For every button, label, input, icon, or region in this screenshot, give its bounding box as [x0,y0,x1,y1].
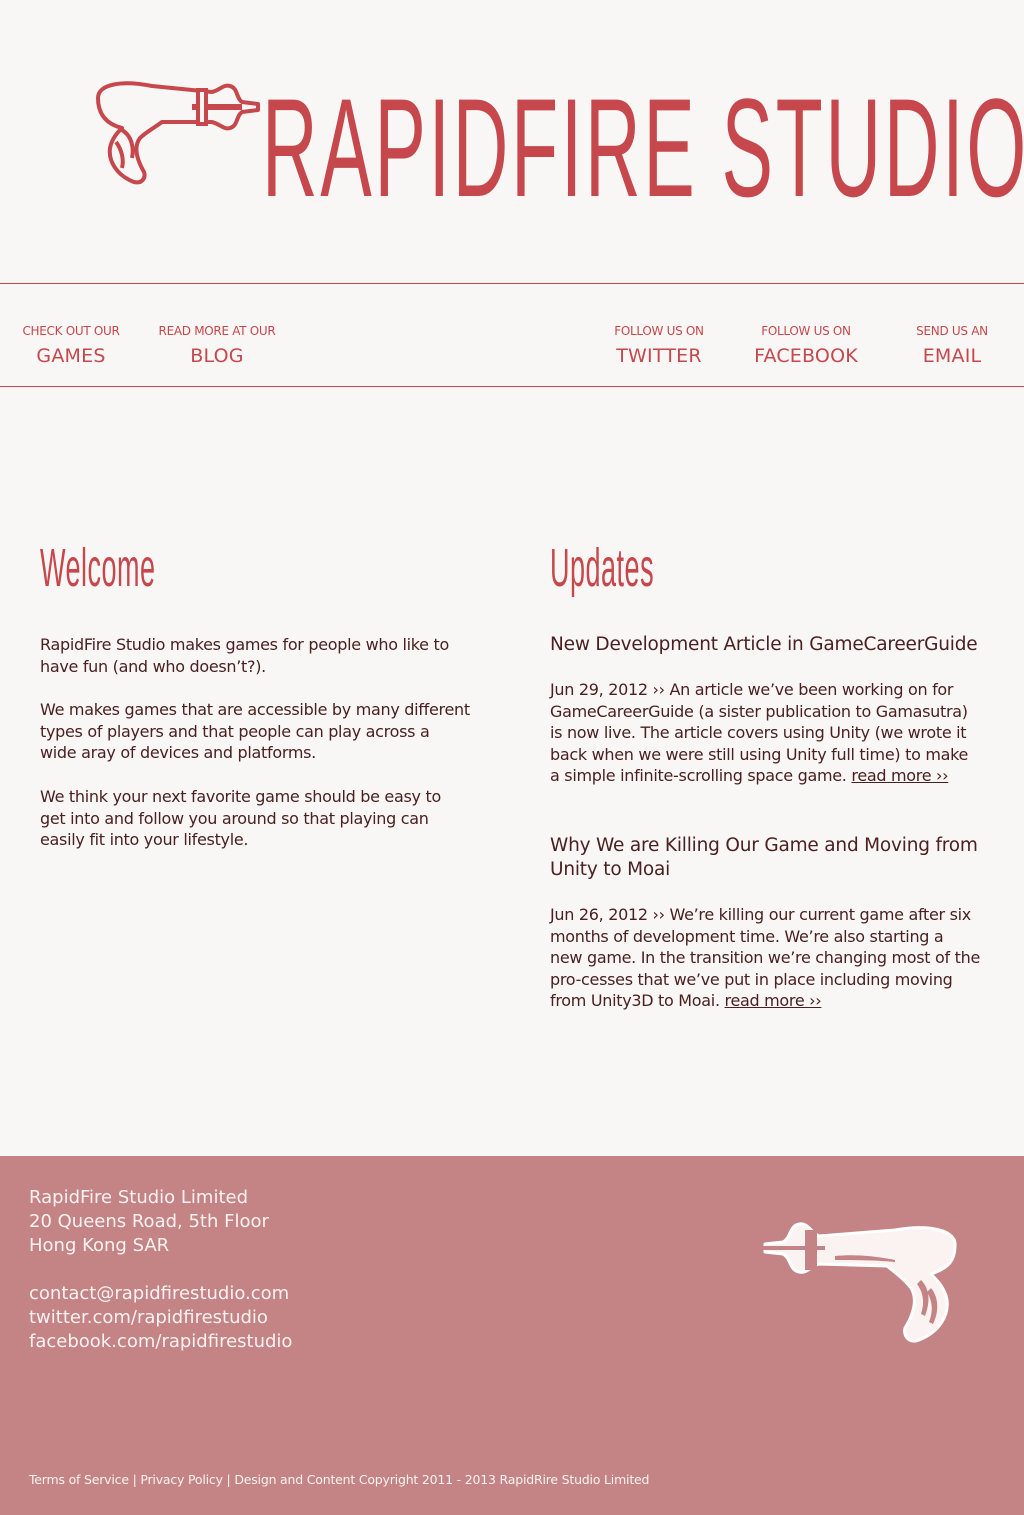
footer-twitter-link[interactable]: twitter.com/rapidfirestudio [29,1306,292,1330]
nav-games-label: GAMES [36,345,106,367]
welcome-paragraph: We makes games that are accessible by ma… [40,700,470,763]
site-footer: RapidFire Studio Limited 20 Queens Road,… [0,1156,1024,1515]
address-line: RapidFire Studio Limited [29,1187,249,1208]
nav-blog-caption: READ MORE AT OUR [158,324,276,338]
post-title[interactable]: Why We are Killing Our Game and Moving f… [550,834,980,882]
nav-facebook-caption: FOLLOW US ON [761,324,851,338]
nav-email-label: EMAIL [922,345,982,367]
updates-heading: Updates [550,538,655,598]
nav-games-caption: CHECK OUT OUR [22,324,120,338]
nav-twitter-label: TWITTER [616,345,702,367]
nav-twitter-link[interactable]: FOLLOW US ON TWITTER [589,324,729,369]
ray-gun-icon[interactable] [92,76,262,188]
nav-email-link[interactable]: SEND US AN EMAIL [882,324,1022,369]
update-post: Why We are Killing Our Game and Moving f… [550,834,980,1012]
footer-email-link[interactable]: contact@rapidfirestudio.com [29,1282,292,1306]
ray-gun-icon [753,1222,957,1343]
welcome-paragraph: We think your next favorite game should … [40,786,441,850]
footer-legal: Terms of Service | Privacy Policy | Desi… [29,1472,649,1488]
footer-facebook-link[interactable]: facebook.com/rapidfirestudio [29,1330,292,1354]
terms-link[interactable]: Terms of Service [29,1472,129,1487]
nav-facebook-label: FACEBOOK [754,345,858,367]
footer-address: RapidFire Studio Limited 20 Queens Road,… [29,1186,269,1258]
nav-twitter-caption: FOLLOW US ON [614,324,704,338]
site-header: RapidFire Studio [0,0,1024,283]
welcome-section: RapidFire Studio makes games for people … [40,634,470,873]
read-more-link[interactable]: read more ›› [851,766,948,785]
welcome-heading: Welcome [40,538,156,598]
legal-separator: | [128,1472,141,1487]
footer-contacts: contact@rapidfirestudio.com twitter.com/… [29,1282,292,1354]
copyright-text: Design and Content Copyright 2011 - 2013… [234,1472,650,1487]
nav-email-caption: SEND US AN [916,324,988,338]
post-body: Jun 29, 2012 ›› An article we’ve been wo… [550,679,980,787]
update-post: New Development Article in GameCareerGui… [550,633,980,787]
site-logo-wordmark[interactable]: RapidFire Studio [262,58,1024,238]
read-more-link[interactable]: read more ›› [725,991,822,1010]
nav-blog-label: BLOG [190,345,244,367]
address-line: 20 Queens Road, 5th Floor [29,1211,269,1232]
main-nav: CHECK OUT OUR GAMES READ MORE AT OUR BLO… [0,283,1024,387]
post-title[interactable]: New Development Article in GameCareerGui… [550,633,980,657]
nav-facebook-link[interactable]: FOLLOW US ON FACEBOOK [736,324,876,369]
legal-separator: | [222,1472,235,1487]
privacy-link[interactable]: Privacy Policy [140,1472,223,1487]
post-body: Jun 26, 2012 ›› We’re killing our curren… [550,904,980,1012]
nav-games-link[interactable]: CHECK OUT OUR GAMES [1,324,141,369]
address-line: Hong Kong SAR [29,1235,170,1256]
nav-blog-link[interactable]: READ MORE AT OUR BLOG [147,324,287,369]
welcome-paragraph: RapidFire Studio makes games for people … [40,635,449,676]
